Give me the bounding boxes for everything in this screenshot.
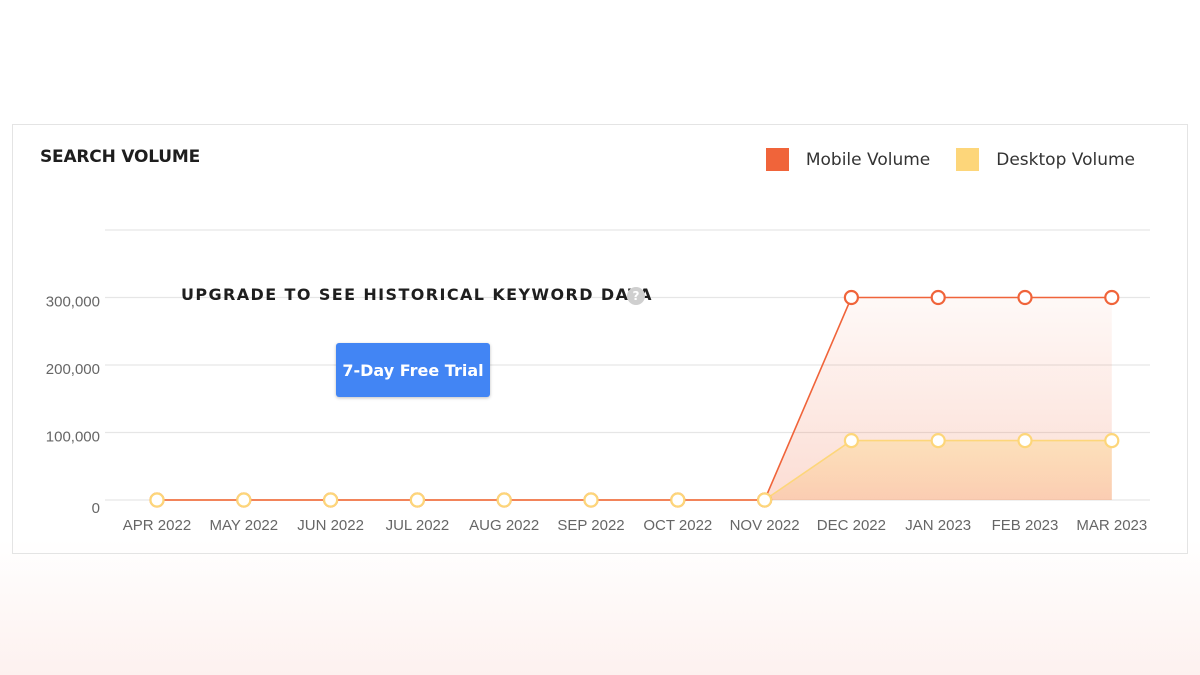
desktop-point <box>236 492 252 508</box>
desktop-point <box>1017 433 1033 449</box>
x-tick-label: OCT 2022 <box>643 517 712 534</box>
desktop-point <box>756 492 773 508</box>
x-tick-label: NOV 2022 <box>730 517 800 534</box>
question-circle-icon[interactable]: ? <box>627 287 645 305</box>
mobile-point <box>843 289 860 306</box>
x-tick-label: AUG 2022 <box>469 517 539 534</box>
mobile-point <box>1104 289 1120 306</box>
mobile-point <box>1017 289 1033 306</box>
desktop-point <box>496 492 512 508</box>
x-tick-label: MAY 2022 <box>209 517 278 534</box>
y-tick-label: 200,000 <box>46 361 100 378</box>
desktop-point <box>670 492 686 508</box>
free-trial-button[interactable]: 7-Day Free Trial <box>336 343 490 397</box>
desktop-point <box>409 492 425 508</box>
x-tick-label: APR 2022 <box>123 517 191 534</box>
desktop-point <box>583 492 599 508</box>
search-volume-chart: 0 100,000 200,000 300,000 APR 2022 MAY 2022 JU… <box>46 229 1150 534</box>
desktop-area <box>157 440 1112 500</box>
desktop-point <box>930 433 946 449</box>
x-tick-label: MAR 2023 <box>1076 517 1147 534</box>
desktop-point <box>149 492 165 508</box>
y-tick-label: 100,000 <box>46 429 100 446</box>
desktop-point <box>1104 433 1120 449</box>
x-tick-label: FEB 2023 <box>992 517 1059 534</box>
y-tick-label: 0 <box>92 500 100 517</box>
mobile-point <box>930 289 946 306</box>
y-tick-label: 300,000 <box>46 294 100 311</box>
desktop-point <box>323 492 339 508</box>
desktop-point <box>843 433 860 449</box>
x-tick-label: DEC 2022 <box>817 517 886 534</box>
x-tick-label: JUN 2022 <box>297 517 364 534</box>
x-tick-label: JUL 2022 <box>386 517 450 534</box>
x-tick-label: JAN 2023 <box>905 517 971 534</box>
upgrade-message: UPGRADE TO SEE HISTORICAL KEYWORD DATA <box>181 285 653 304</box>
x-tick-label: SEP 2022 <box>557 517 624 534</box>
